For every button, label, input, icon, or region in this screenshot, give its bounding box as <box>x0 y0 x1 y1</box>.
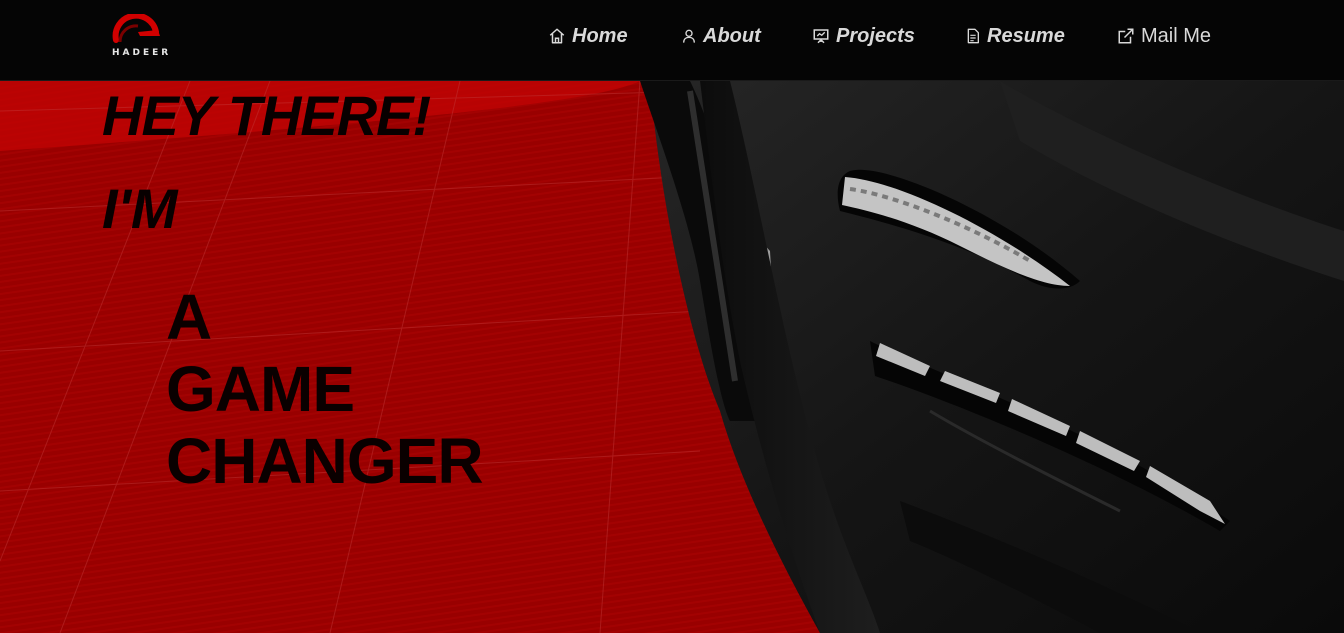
nav-projects[interactable]: Projects <box>812 24 915 48</box>
tagline-line-2: GAME <box>166 353 355 425</box>
logo[interactable]: HADEER <box>108 14 172 64</box>
nav-projects-label: Projects <box>836 24 915 47</box>
logo-text: HADEER <box>112 48 172 58</box>
navbar: HADEER Home About Projects Resume Mail M… <box>0 0 1344 81</box>
nav-resume[interactable]: Resume <box>965 24 1065 48</box>
user-icon <box>683 29 695 43</box>
nav-about[interactable]: About <box>681 24 761 48</box>
page: HADEER Home About Projects Resume Mail M… <box>0 0 1344 633</box>
hero-section: HEY THERE! I'M A GAME CHANGER <box>0 81 1344 633</box>
nav-mail-label: Mail Me <box>1141 24 1212 47</box>
home-icon <box>549 28 565 44</box>
logo-mark <box>112 14 160 43</box>
nav-about-label: About <box>703 24 761 47</box>
nav-home[interactable]: Home <box>548 24 628 48</box>
nav-home-label: Home <box>572 24 628 47</box>
nav-mail[interactable]: Mail Me <box>1117 24 1211 48</box>
external-link-icon <box>1118 28 1134 44</box>
hero-greeting: HEY THERE! <box>102 84 431 147</box>
tagline-line-1: A <box>166 281 212 353</box>
presentation-icon <box>813 29 829 44</box>
nav-resume-label: Resume <box>987 24 1065 47</box>
document-icon <box>967 28 979 44</box>
hero-intro: I'M <box>102 177 178 240</box>
tagline-line-3: CHANGER <box>166 425 484 497</box>
hero-tagline: A GAME CHANGER <box>166 281 484 497</box>
